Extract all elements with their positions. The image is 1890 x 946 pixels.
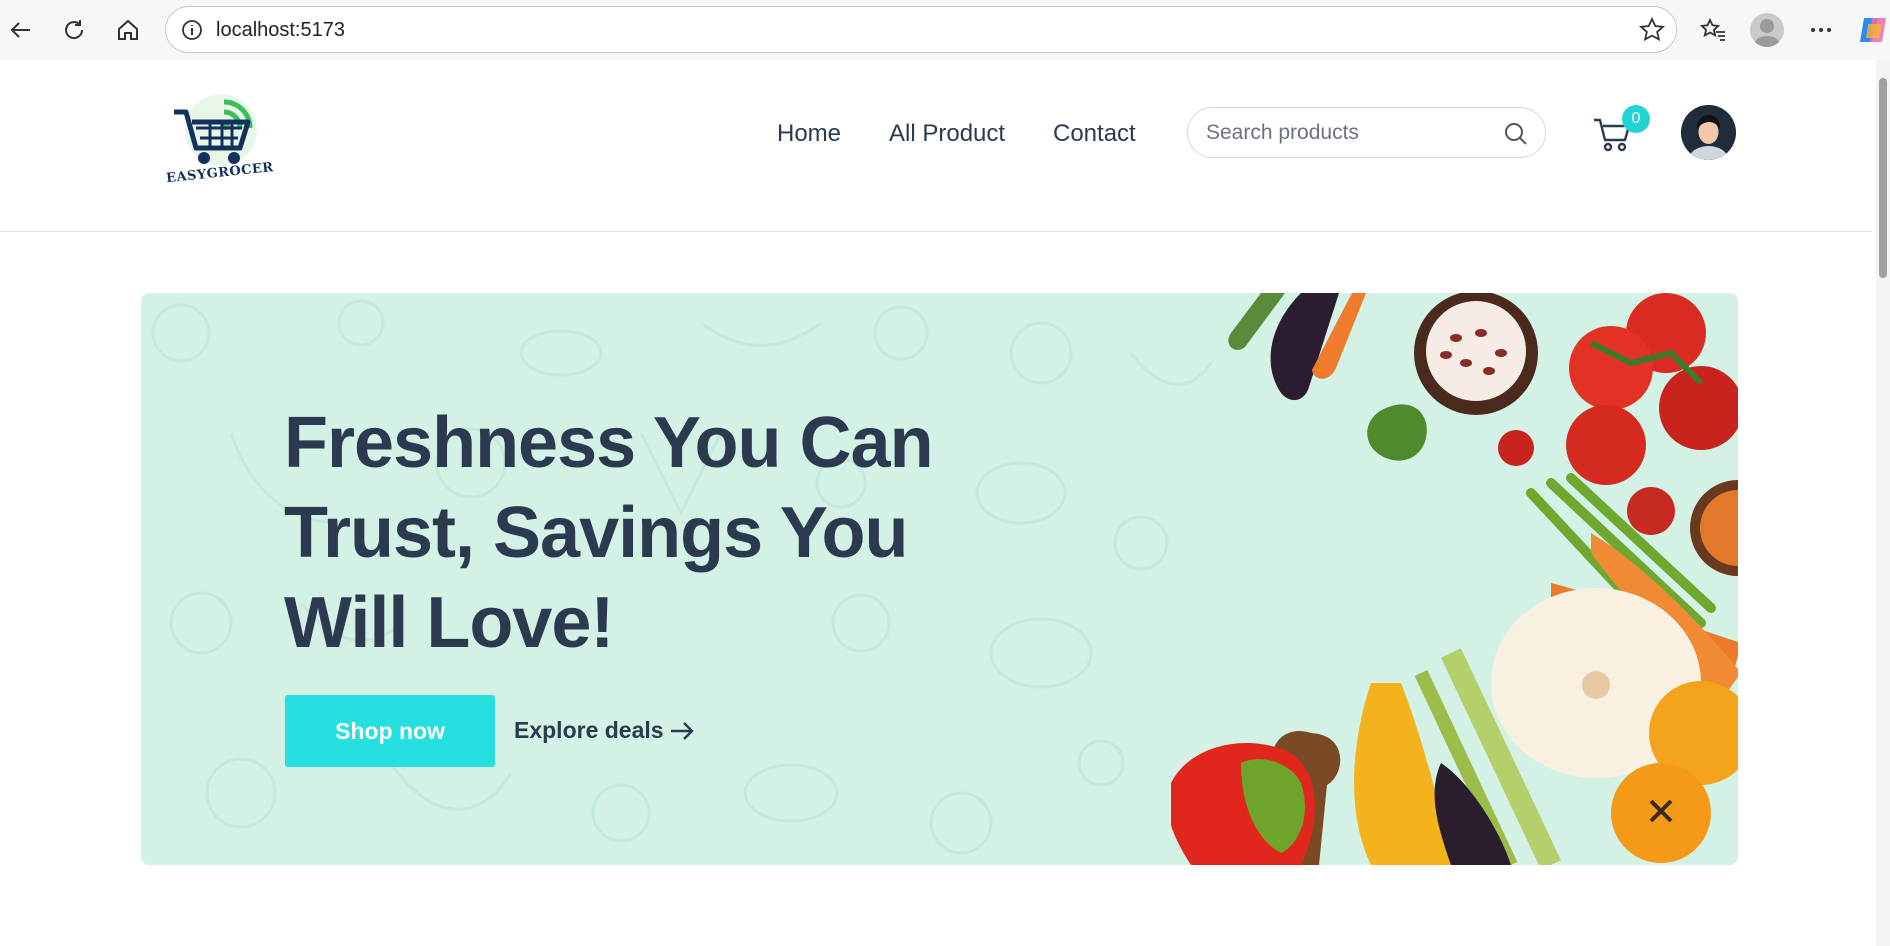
site-header: EASYGROCER Home All Product Contact 0 <box>0 60 1872 232</box>
search-icon[interactable] <box>1503 121 1529 147</box>
hero-banner: Freshness You Can Trust, Savings You Wil… <box>141 293 1738 865</box>
shop-now-button[interactable]: Shop now <box>285 695 495 767</box>
arrow-right-icon[interactable] <box>668 717 696 745</box>
back-icon[interactable] <box>2 11 40 49</box>
copilot-icon[interactable] <box>1858 14 1890 46</box>
search-input[interactable] <box>1206 120 1496 146</box>
nav-contact[interactable]: Contact <box>1053 120 1136 148</box>
favorites-icon[interactable] <box>1694 11 1732 49</box>
nav-home[interactable]: Home <box>777 120 841 148</box>
cart-count-badge: 0 <box>1622 105 1650 133</box>
address-bar[interactable]: localhost:5173 <box>165 6 1677 53</box>
home-icon[interactable] <box>109 11 147 49</box>
user-avatar[interactable] <box>1681 105 1736 160</box>
url-text[interactable]: localhost:5173 <box>216 19 345 42</box>
search-box <box>1187 107 1546 158</box>
vegetables-image <box>1171 293 1738 865</box>
logo[interactable]: EASYGROCER <box>165 88 274 200</box>
scrollbar[interactable] <box>1876 60 1890 946</box>
scrollbar-thumb[interactable] <box>1879 78 1887 278</box>
explore-deals-link[interactable]: Explore deals <box>514 717 664 744</box>
star-icon[interactable] <box>1638 16 1666 44</box>
more-icon[interactable] <box>1802 11 1840 49</box>
browser-toolbar: localhost:5173 <box>0 0 1890 60</box>
nav-all-product[interactable]: All Product <box>889 120 1005 148</box>
reload-icon[interactable] <box>55 11 93 49</box>
profile-icon[interactable] <box>1750 13 1784 47</box>
info-icon[interactable] <box>180 18 204 42</box>
hero-title: Freshness You Can Trust, Savings You Wil… <box>284 403 934 663</box>
page: EASYGROCER Home All Product Contact 0 <box>0 60 1872 946</box>
